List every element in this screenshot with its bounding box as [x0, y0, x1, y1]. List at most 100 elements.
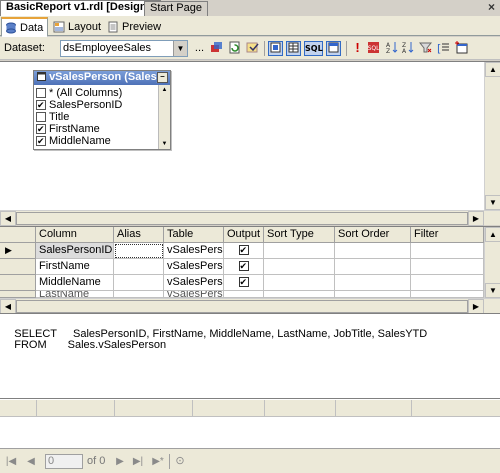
grid-cell-sort-type[interactable]: [264, 243, 335, 259]
row-selector[interactable]: [0, 291, 36, 298]
checkbox[interactable]: [36, 124, 46, 134]
scroll-thumb[interactable]: [16, 300, 468, 313]
checkbox[interactable]: [36, 88, 46, 98]
grid-cell-output[interactable]: [224, 243, 264, 259]
dataset-dropdown[interactable]: dsEmployeeSales ▼: [60, 40, 188, 57]
column-item-title[interactable]: Title: [36, 111, 69, 123]
grid-cell-alias[interactable]: [114, 291, 164, 298]
chevron-down-icon[interactable]: ▼: [173, 41, 187, 56]
grid-horizontal-scrollbar[interactable]: ◀ ▶: [0, 298, 500, 314]
group-by-icon[interactable]: [: [436, 41, 451, 56]
minimize-icon[interactable]: –: [157, 72, 168, 83]
grid-cell-column[interactable]: LastName: [36, 291, 114, 298]
grid-pane-icon[interactable]: [286, 41, 301, 56]
last-record-icon[interactable]: ▶|: [131, 455, 145, 468]
grid-cell-table[interactable]: vSalesPers...: [164, 291, 224, 298]
sort-descending-icon[interactable]: ZA: [400, 41, 415, 56]
grid-cell-output[interactable]: [224, 291, 264, 298]
remove-filter-icon[interactable]: [418, 41, 433, 56]
grid-cell-sort-type[interactable]: [264, 275, 335, 291]
sql-pane[interactable]: SELECT SalesPersonID, FirstName, MiddleNa…: [0, 313, 500, 398]
grid-cell-sort-order[interactable]: [335, 291, 411, 298]
grid-cell-sort-order[interactable]: [335, 275, 411, 291]
first-record-icon[interactable]: |◀: [4, 455, 18, 468]
scroll-right-icon[interactable]: ▶: [468, 299, 484, 314]
tab-data[interactable]: Data: [1, 17, 49, 37]
grid-cell-column[interactable]: MiddleName: [36, 275, 114, 291]
grid-cell-filter[interactable]: [411, 259, 484, 275]
scroll-down-icon[interactable]: ▼: [485, 195, 500, 210]
grid-cell-table[interactable]: vSalesPers...: [164, 275, 224, 291]
output-checkbox[interactable]: [238, 245, 249, 256]
column-item-salespersonid[interactable]: SalesPersonID: [36, 99, 122, 111]
results-pane[interactable]: [0, 398, 500, 448]
row-selector[interactable]: [0, 259, 36, 275]
checkbox[interactable]: [36, 112, 46, 122]
sql-pane-button[interactable]: SQL: [304, 41, 323, 56]
grid-header-sort-order[interactable]: Sort Order: [335, 227, 411, 243]
stop-icon[interactable]: ⊙: [173, 455, 187, 468]
sql-line-from[interactable]: FROM Sales.vSalesPerson: [2, 327, 166, 363]
new-record-icon[interactable]: ▶*: [151, 455, 165, 468]
doc-tab-basicreport[interactable]: BasicReport v1.rdl [Design]*: [0, 0, 161, 16]
grid-header-sort-type[interactable]: Sort Type: [264, 227, 335, 243]
scroll-up-icon[interactable]: ▲: [485, 227, 500, 242]
doc-tab-start-page[interactable]: Start Page: [144, 1, 208, 16]
row-selector[interactable]: [0, 275, 36, 291]
grid-pane[interactable]: Column Alias Table Output Sort Type Sort…: [0, 226, 500, 314]
command-type-icon[interactable]: [245, 41, 260, 56]
grid-cell-output[interactable]: [224, 259, 264, 275]
scroll-left-icon[interactable]: ◀: [0, 299, 16, 314]
sort-ascending-icon[interactable]: AZ: [384, 41, 399, 56]
scroll-up-icon[interactable]: ▲: [159, 85, 170, 95]
table-window-vsalesperson[interactable]: vSalesPerson (Sales) – * (All Columns) S…: [33, 70, 171, 150]
table-window-title[interactable]: vSalesPerson (Sales) –: [34, 71, 170, 85]
grid-header-filter[interactable]: Filter: [411, 227, 484, 243]
scroll-thumb[interactable]: [16, 212, 468, 225]
ellipsis-button[interactable]: ...: [192, 41, 207, 56]
grid-header-table[interactable]: Table: [164, 227, 224, 243]
tab-preview[interactable]: Preview: [104, 18, 165, 35]
results-pane-icon[interactable]: [326, 41, 341, 56]
tab-layout[interactable]: Layout: [50, 18, 105, 35]
add-table-icon[interactable]: [454, 41, 469, 56]
grid-cell-sort-order[interactable]: [335, 243, 411, 259]
column-item-all[interactable]: * (All Columns): [36, 87, 122, 99]
grid-header-output[interactable]: Output: [224, 227, 264, 243]
next-record-icon[interactable]: ▶: [113, 455, 127, 468]
edit-dataset-icon[interactable]: [209, 41, 224, 56]
grid-cell-filter[interactable]: [411, 291, 484, 298]
grid-cell-output[interactable]: [224, 275, 264, 291]
scroll-up-icon[interactable]: ▲: [485, 62, 500, 77]
grid-header-alias[interactable]: Alias: [114, 227, 164, 243]
grid-cell-column[interactable]: FirstName: [36, 259, 114, 275]
checkbox[interactable]: [36, 100, 46, 110]
grid-cell-filter[interactable]: [411, 243, 484, 259]
verify-sql-icon[interactable]: SQL: [366, 41, 381, 56]
row-selector-icon[interactable]: ▶: [0, 243, 36, 259]
output-checkbox[interactable]: [238, 261, 249, 272]
grid-cell-filter[interactable]: [411, 275, 484, 291]
grid-cell-alias[interactable]: [114, 259, 164, 275]
table-window-scrollbar[interactable]: ▲ ▼: [158, 85, 170, 149]
refresh-icon[interactable]: [227, 41, 242, 56]
grid-cell-alias[interactable]: [114, 243, 164, 259]
output-checkbox[interactable]: [238, 277, 249, 288]
diagram-vertical-scrollbar[interactable]: ▲ ▼: [484, 62, 500, 210]
diagram-horizontal-scrollbar[interactable]: ◀ ▶: [0, 210, 500, 226]
column-item-firstname[interactable]: FirstName: [36, 123, 100, 135]
scroll-right-icon[interactable]: ▶: [468, 211, 484, 226]
run-icon[interactable]: !: [350, 41, 365, 56]
grid-header-column[interactable]: Column: [36, 227, 114, 243]
checkbox[interactable]: [36, 136, 46, 146]
grid-cell-alias[interactable]: [114, 275, 164, 291]
grid-cell-table[interactable]: vSalesPers...: [164, 259, 224, 275]
close-icon[interactable]: ×: [486, 1, 497, 13]
grid-cell-sort-type[interactable]: [264, 291, 335, 298]
diagram-pane-icon[interactable]: [268, 41, 283, 56]
grid-cell-table[interactable]: vSalesPers...: [164, 243, 224, 259]
previous-record-icon[interactable]: ◀: [24, 455, 38, 468]
grid-cell-sort-type[interactable]: [264, 259, 335, 275]
scroll-down-icon[interactable]: ▼: [159, 139, 170, 149]
record-number-input[interactable]: 0: [45, 454, 83, 469]
